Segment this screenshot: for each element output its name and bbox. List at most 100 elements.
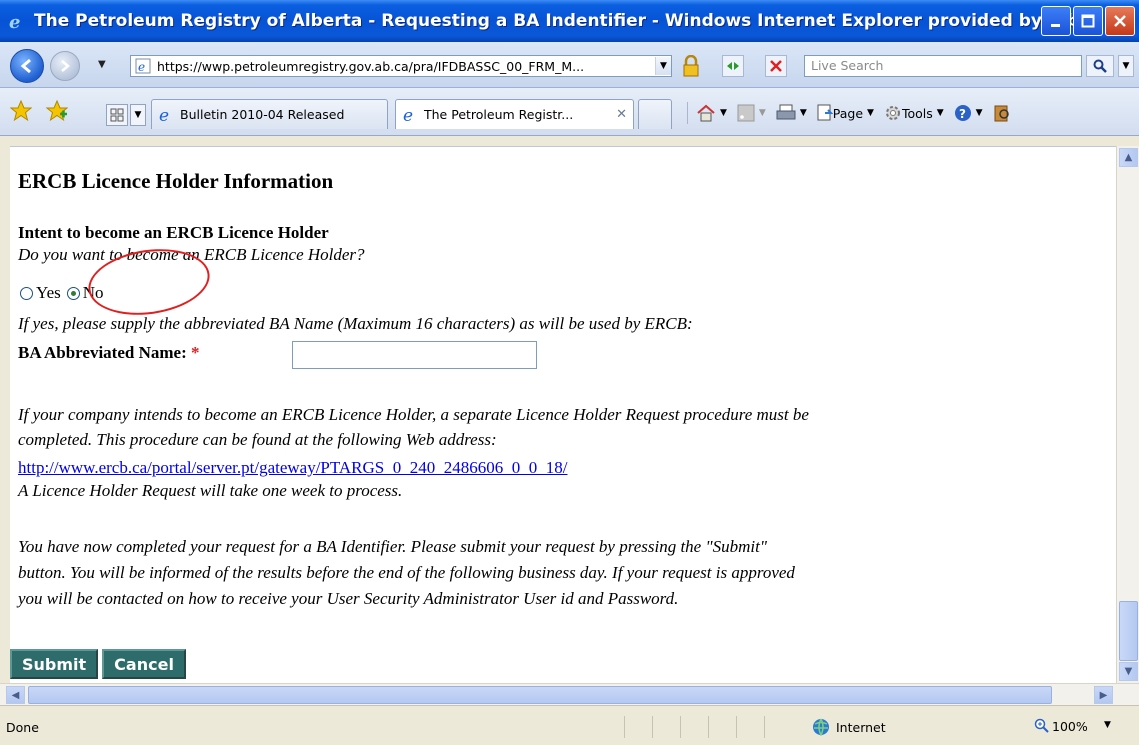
status-pane: [708, 716, 736, 738]
minimize-button[interactable]: [1041, 6, 1071, 36]
status-text: Done: [6, 720, 39, 735]
search-input[interactable]: Live Search: [804, 55, 1082, 77]
page-icon: [817, 104, 833, 121]
new-tab[interactable]: [638, 99, 672, 129]
help-button[interactable]: ? ▼: [949, 104, 988, 122]
abbrev-instruction: If yes, please supply the abbreviated BA…: [18, 314, 693, 333]
status-pane: [624, 716, 652, 738]
status-pane: [680, 716, 708, 738]
zoom-level: 100%: [1052, 718, 1088, 734]
tools-menu-label: Tools: [901, 105, 933, 121]
status-pane: [764, 716, 792, 738]
horizontal-scrollbar[interactable]: ◀ ▶: [0, 683, 1139, 705]
horizontal-scroll-thumb[interactable]: [28, 686, 1052, 704]
page-menu-button[interactable]: Page ▼: [812, 104, 879, 122]
home-button[interactable]: ▼: [691, 103, 732, 123]
tab-label: Bulletin 2010-04 Released: [180, 107, 345, 122]
status-pane: [736, 716, 764, 738]
printer-icon: [776, 104, 796, 120]
close-tab-icon[interactable]: ✕: [616, 107, 627, 122]
globe-icon: [813, 718, 829, 736]
complete-line-2: button. You will be informed of the resu…: [18, 563, 795, 582]
print-button[interactable]: ▼: [771, 104, 812, 122]
ba-label-text: BA Abbreviated Name:: [18, 343, 187, 362]
feeds-icon: [737, 104, 755, 122]
tools-menu-button[interactable]: Tools ▼: [879, 104, 949, 122]
required-mark: *: [191, 343, 200, 362]
ba-abbreviated-name-label: BA Abbreviated Name: *: [18, 343, 200, 363]
scroll-right-icon[interactable]: ▶: [1094, 686, 1113, 704]
section-title: Intent to become an ERCB Licence Holder: [18, 223, 329, 242]
url-text[interactable]: https://wwp.petroleumregistry.gov.ab.ca/…: [157, 59, 655, 74]
svg-text:e: e: [159, 106, 169, 124]
research-icon: [994, 105, 1009, 122]
maximize-button[interactable]: [1073, 6, 1103, 36]
favorites-star-icon[interactable]: [9, 99, 33, 125]
add-favorites-icon[interactable]: [45, 99, 69, 125]
window-title: The Petroleum Registry of Alberta - Requ…: [34, 11, 1110, 31]
address-toolbar: ▼ e https://wwp.petroleumregistry.gov.ab…: [0, 42, 1139, 88]
scroll-left-icon[interactable]: ◀: [6, 686, 25, 704]
lock-icon[interactable]: [679, 54, 703, 78]
submit-button[interactable]: Submit: [10, 649, 99, 679]
zoom-control[interactable]: 100%: [1034, 718, 1088, 734]
quick-tabs-button[interactable]: [106, 104, 128, 126]
tab-toolbar: ▼ e Bulletin 2010-04 Released e The Petr…: [0, 88, 1139, 136]
info-line-3: A Licence Holder Request will take one w…: [18, 481, 403, 500]
info-line-2: completed. This procedure can be found a…: [18, 430, 497, 449]
cancel-button[interactable]: Cancel: [102, 649, 186, 679]
home-icon: [697, 104, 715, 122]
info-line-1: If your company intends to become an ERC…: [18, 405, 809, 424]
research-button[interactable]: [988, 104, 1016, 122]
tab-bulletin[interactable]: e Bulletin 2010-04 Released: [151, 99, 388, 129]
search-button[interactable]: [1086, 55, 1114, 77]
scroll-up-icon[interactable]: ▲: [1119, 148, 1138, 167]
stop-button[interactable]: [765, 55, 787, 77]
tab-list-dropdown[interactable]: ▼: [130, 104, 146, 126]
ie-logo-icon: e: [6, 10, 28, 32]
refresh-button[interactable]: [722, 55, 744, 77]
window-controls: [1041, 6, 1135, 36]
zoom-icon: [1034, 718, 1049, 733]
svg-text:?: ?: [959, 107, 966, 121]
form-buttons: Submit Cancel: [10, 649, 186, 679]
radio-yes[interactable]: [20, 286, 33, 300]
feeds-button[interactable]: ▼: [732, 104, 771, 122]
radio-no[interactable]: [66, 286, 80, 300]
address-bar[interactable]: e https://wwp.petroleumregistry.gov.ab.c…: [130, 55, 672, 77]
ie-page-icon: e: [158, 106, 176, 126]
vertical-scrollbar[interactable]: ▲ ▼: [1116, 146, 1139, 683]
ba-abbreviated-name-input[interactable]: [292, 341, 537, 369]
back-button[interactable]: [10, 49, 44, 83]
vertical-scroll-thumb[interactable]: [1119, 601, 1138, 661]
history-dropdown-icon[interactable]: ▼: [98, 59, 106, 70]
ercb-procedure-link[interactable]: http://www.ercb.ca/portal/server.pt/gate…: [18, 458, 567, 478]
zone-label: Internet: [836, 719, 886, 735]
zoom-dropdown-icon[interactable]: ▼: [1104, 720, 1111, 730]
complete-line-1: You have now completed your request for …: [18, 537, 767, 556]
tab-petroleum-registry[interactable]: e The Petroleum Registr... ✕: [395, 99, 634, 129]
svg-text:e: e: [138, 60, 145, 74]
address-dropdown-icon[interactable]: ▼: [655, 57, 671, 75]
gear-icon: [885, 106, 900, 120]
title-bar: e The Petroleum Registry of Alberta - Re…: [0, 0, 1139, 42]
status-bar: Done Internet 100% ▼: [0, 705, 1139, 745]
tab-label: The Petroleum Registr...: [424, 107, 574, 122]
help-icon: ?: [954, 105, 971, 121]
close-window-button[interactable]: [1105, 6, 1135, 36]
radio-yes-label[interactable]: Yes: [36, 283, 61, 303]
status-pane: [652, 716, 680, 738]
complete-line-3: you will be contacted on how to receive …: [18, 589, 679, 608]
page-icon: e: [135, 58, 151, 74]
forward-button[interactable]: [50, 51, 80, 81]
svg-text:e: e: [9, 12, 20, 31]
separator: [687, 102, 688, 124]
ie-page-icon: e: [402, 106, 420, 126]
status-panes: [624, 716, 792, 738]
search-options-dropdown[interactable]: ▼: [1118, 55, 1134, 77]
security-zone[interactable]: Internet: [812, 718, 886, 736]
scroll-down-icon[interactable]: ▼: [1119, 662, 1138, 681]
svg-text:e: e: [403, 106, 413, 124]
command-bar: ▼ ▼ ▼ Page ▼ Tools ▼ ? ▼: [684, 98, 1016, 128]
page-title: ERCB Licence Holder Information: [18, 169, 334, 193]
